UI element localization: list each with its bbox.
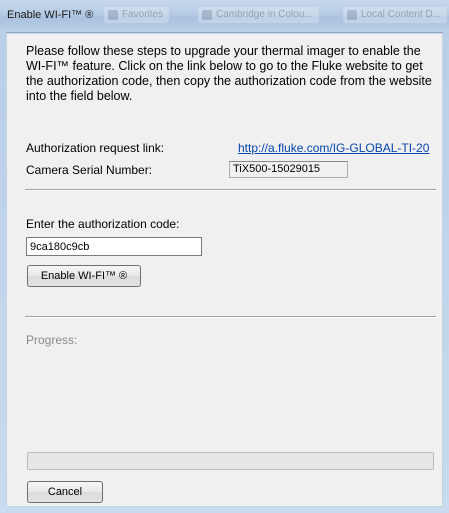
background-tab-label: Favorites [122,9,164,20]
instructions-text: Please follow these steps to upgrade you… [26,44,432,103]
auth-code-label: Enter the authorization code: [26,217,180,231]
cancel-button[interactable]: Cancel [27,481,103,503]
window-frame-bottom [0,507,449,513]
window-frame-right [443,32,449,513]
background-tab-favorites: Favorites [104,7,170,23]
progress-label: Progress: [26,333,78,347]
camera-serial-label: Camera Serial Number: [26,163,153,177]
favorites-icon [108,10,118,20]
window-title: Enable WI-FI™ ® [7,9,94,21]
dialog-body: Please follow these steps to upgrade you… [6,33,443,507]
camera-serial-field: TiX500-15029015 [229,161,348,178]
divider [25,189,436,191]
divider [25,316,436,318]
enable-wifi-button[interactable]: Enable WI-FI™ ® [27,265,141,287]
title-bar[interactable]: Enable WI-FI™ ® Favorites Cambridge in C… [0,0,449,33]
auth-code-input[interactable] [26,237,202,256]
background-tab-cambridge: Cambridge in Colou... [198,7,319,23]
page-icon [202,10,212,20]
page-icon [347,10,357,20]
progress-bar [27,452,434,470]
background-tab-label: Local Content D... [361,9,442,20]
authorization-link-label: Authorization request link: [26,141,165,155]
authorization-request-link[interactable]: http://a.fluke.com/IG-GLOBAL-TI-20 [238,141,429,155]
background-tab-local-content: Local Content D... [343,7,448,23]
background-tab-label: Cambridge in Colou... [216,9,313,20]
